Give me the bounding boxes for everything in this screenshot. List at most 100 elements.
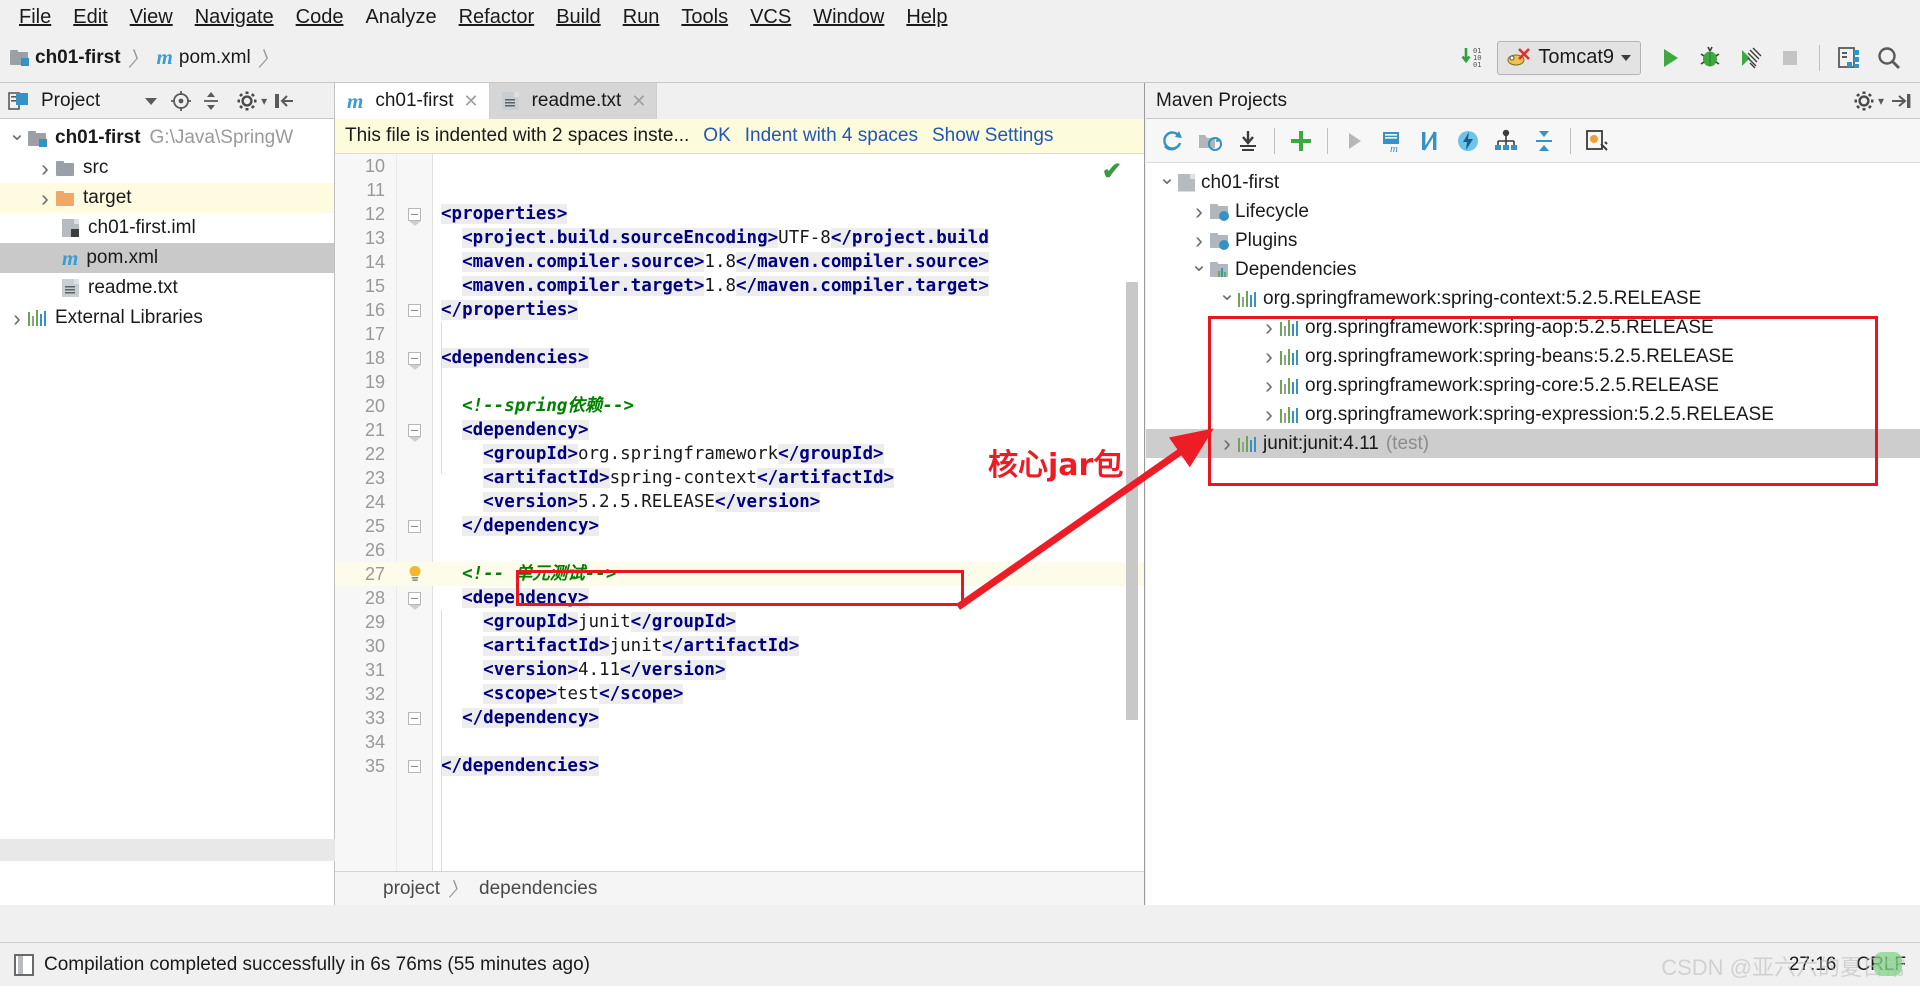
- intention-bulb-icon[interactable]: [405, 564, 425, 584]
- fold-marker[interactable]: [397, 274, 433, 298]
- run-with-coverage-button[interactable]: [1733, 41, 1767, 75]
- fold-marker[interactable]: [397, 370, 433, 394]
- chevron-down-icon[interactable]: [6, 126, 28, 151]
- menu-build[interactable]: Build: [545, 2, 611, 32]
- chevron-right-icon[interactable]: [1188, 198, 1210, 225]
- run-maven-build-icon[interactable]: m: [1374, 123, 1410, 159]
- fold-marker[interactable]: [397, 346, 433, 370]
- breadcrumb-item-project[interactable]: ch01-first: [10, 47, 121, 69]
- fold-marker[interactable]: [397, 202, 433, 226]
- menu-tools[interactable]: Tools: [670, 2, 739, 32]
- code-line[interactable]: 17: [335, 322, 1144, 346]
- chevron-right-icon[interactable]: [34, 185, 56, 212]
- fold-marker[interactable]: [397, 322, 433, 346]
- close-icon[interactable]: ✕: [631, 91, 646, 112]
- code-line[interactable]: 28 <dependency>: [335, 586, 1144, 610]
- download-sources-icon[interactable]: [1230, 123, 1266, 159]
- code-line[interactable]: 32 <scope>test</scope>: [335, 682, 1144, 706]
- chevron-down-icon[interactable]: [1216, 286, 1238, 311]
- fold-marker[interactable]: [397, 586, 433, 610]
- fold-marker[interactable]: [397, 754, 433, 778]
- hide-panel-icon[interactable]: [271, 88, 297, 114]
- chevron-right-icon[interactable]: [1258, 314, 1280, 341]
- fold-marker[interactable]: [397, 418, 433, 442]
- maven-item-spring-beans[interactable]: org.springframework:spring-beans:5.2.5.R…: [1146, 342, 1920, 371]
- fold-marker[interactable]: [397, 298, 433, 322]
- code-line[interactable]: 12 <properties>: [335, 202, 1144, 226]
- fold-marker[interactable]: [397, 394, 433, 418]
- maven-item-spring-expression[interactable]: org.springframework:spring-expression:5.…: [1146, 400, 1920, 429]
- code-line[interactable]: 10: [335, 154, 1144, 178]
- gear-icon[interactable]: [234, 88, 260, 114]
- tree-item-src[interactable]: src: [0, 153, 334, 183]
- run-icon[interactable]: [1336, 123, 1372, 159]
- fold-marker[interactable]: [397, 634, 433, 658]
- tree-item-readme-txt[interactable]: readme.txt: [0, 273, 334, 303]
- maven-item-spring-aop[interactable]: org.springframework:spring-aop:5.2.5.REL…: [1146, 313, 1920, 342]
- code-line[interactable]: 16 </properties>: [335, 298, 1144, 322]
- code-line[interactable]: 18 <dependencies>: [335, 346, 1144, 370]
- tree-item-target[interactable]: target: [0, 183, 334, 213]
- stop-button[interactable]: [1773, 41, 1807, 75]
- project-structure-button[interactable]: [1832, 41, 1866, 75]
- code-line[interactable]: 25 </dependency>: [335, 514, 1144, 538]
- menu-help[interactable]: Help: [895, 2, 958, 32]
- chevron-down-icon[interactable]: ▾: [261, 94, 267, 108]
- tab-ch01-first[interactable]: m ch01-first ✕: [335, 83, 490, 119]
- chevron-right-icon[interactable]: [6, 305, 28, 332]
- run-configuration-selector[interactable]: Tomcat9: [1497, 40, 1641, 75]
- code-line[interactable]: 15 <maven.compiler.target>1.8</maven.com…: [335, 274, 1144, 298]
- code-line[interactable]: 19: [335, 370, 1144, 394]
- fold-marker[interactable]: [397, 682, 433, 706]
- fold-marker[interactable]: [397, 490, 433, 514]
- tree-item-pom-xml[interactable]: m pom.xml: [0, 243, 334, 273]
- maven-item-dependencies[interactable]: Dependencies: [1146, 255, 1920, 284]
- fold-collapse-icon[interactable]: [408, 304, 421, 317]
- breadcrumb-dependencies[interactable]: dependencies: [479, 878, 597, 900]
- chevron-down-icon[interactable]: ▾: [1878, 94, 1884, 108]
- code-editor[interactable]: ✔ 10 11 12 <properties> 13 <project.build.…: [335, 154, 1144, 905]
- caret-position[interactable]: 27:16: [1789, 954, 1837, 976]
- maven-settings-icon[interactable]: [1579, 123, 1615, 159]
- fold-marker[interactable]: [397, 658, 433, 682]
- menu-code[interactable]: Code: [285, 2, 355, 32]
- code-line[interactable]: 34: [335, 730, 1144, 754]
- generate-sources-icon[interactable]: [1192, 123, 1228, 159]
- fold-collapse-icon[interactable]: [408, 592, 421, 610]
- execute-goal-icon[interactable]: [1450, 123, 1486, 159]
- fold-marker[interactable]: [397, 514, 433, 538]
- fold-marker[interactable]: [397, 466, 433, 490]
- editor-vertical-scrollbar[interactable]: [1126, 282, 1138, 720]
- toggle-skip-tests-icon[interactable]: [1412, 123, 1448, 159]
- add-icon[interactable]: [1283, 123, 1319, 159]
- maven-item-plugins[interactable]: Plugins: [1146, 226, 1920, 255]
- chevron-down-icon[interactable]: [138, 88, 164, 114]
- download-updates-icon[interactable]: 01 10 01: [1457, 41, 1491, 75]
- code-line[interactable]: 21 <dependency>: [335, 418, 1144, 442]
- code-line[interactable]: 30 <artifactId>junit</artifactId>: [335, 634, 1144, 658]
- tab-readme-txt[interactable]: readme.txt ✕: [489, 83, 658, 119]
- code-line[interactable]: 35 </dependencies>: [335, 754, 1144, 778]
- chevron-right-icon[interactable]: [1258, 401, 1280, 428]
- fold-collapse-icon[interactable]: [408, 712, 421, 725]
- maven-item-lifecycle[interactable]: Lifecycle: [1146, 197, 1920, 226]
- hide-panel-icon[interactable]: [1888, 88, 1914, 114]
- menu-view[interactable]: View: [119, 2, 184, 32]
- code-line[interactable]: 24 <version>5.2.5.RELEASE</version>: [335, 490, 1144, 514]
- fold-collapse-icon[interactable]: [408, 760, 421, 773]
- menu-run[interactable]: Run: [612, 2, 671, 32]
- collapse-all-icon[interactable]: [1526, 123, 1562, 159]
- run-button[interactable]: [1653, 41, 1687, 75]
- fold-marker[interactable]: [397, 706, 433, 730]
- tree-item-external-libraries[interactable]: External Libraries: [0, 303, 334, 333]
- locate-file-icon[interactable]: [168, 88, 194, 114]
- menu-file[interactable]: File: [8, 2, 62, 32]
- code-line[interactable]: 33 </dependency>: [335, 706, 1144, 730]
- chevron-right-icon[interactable]: [1258, 343, 1280, 370]
- fold-collapse-icon[interactable]: [408, 352, 421, 370]
- gear-icon[interactable]: [1851, 88, 1877, 114]
- tree-item-ch01-first[interactable]: ch01-first G:\Java\SpringW: [0, 123, 334, 153]
- fold-marker[interactable]: [397, 610, 433, 634]
- show-dependencies-icon[interactable]: [1488, 123, 1524, 159]
- fold-collapse-icon[interactable]: [408, 520, 421, 533]
